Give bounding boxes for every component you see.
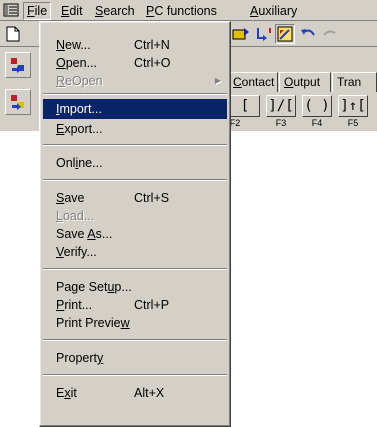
menu-item-import[interactable]: Import... [43,99,227,119]
fkey-label: F5 [347,118,359,128]
undo-icon[interactable] [298,24,318,44]
menu-separator [43,339,227,341]
shortcut-label: Alt+X [134,386,165,400]
tab-output[interactable]: Output [279,72,331,92]
menu-item-open[interactable]: Open... Ctrl+O [43,53,227,73]
menu-item-print-preview[interactable]: Print Preview [43,313,227,333]
menu-pc-functions[interactable]: PC functions [143,3,220,19]
tab-contact[interactable]: Contact [228,72,278,92]
app-icon[interactable] [3,2,19,18]
transfer-icon[interactable] [5,52,31,78]
new-file-icon[interactable] [3,24,23,44]
contact-button[interactable]: [ [230,95,260,117]
menu-item-exit[interactable]: Exit Alt+X [43,383,227,403]
file-menu-dropdown: New... Ctrl+N Open... Ctrl+O ReOpen ▶ Im… [39,21,231,427]
menu-item-online[interactable]: Online... [43,153,227,173]
nc-contact-button[interactable]: ]/[ [266,95,296,117]
shortcut-label: Ctrl+N [134,38,170,52]
ladder-palette: [ ]/[ ( ) ]↑[ F2 F3 F4 F5 [228,93,377,129]
menu-auxiliary[interactable]: Auxiliary [247,3,300,19]
shortcut-label: Ctrl+O [134,56,171,70]
menu-item-print[interactable]: Print... Ctrl+P [43,295,227,315]
menu-item-save[interactable]: Save Ctrl+S [43,188,227,208]
coil-button[interactable]: ( ) [302,95,332,117]
menu-file[interactable]: File [23,2,52,20]
menu-item-reopen[interactable]: ReOpen ▶ [43,71,227,91]
fkey-label: F4 [311,118,323,128]
fkey-label: F3 [275,118,287,128]
redo-icon[interactable] [320,24,340,44]
menu-bar: File Edit Search PC functions Auxiliary [0,0,377,21]
menu-item-save-as[interactable]: Save As... [43,224,227,244]
menu-item-new[interactable]: New... Ctrl+N [43,35,227,55]
folder-arrow-icon[interactable] [231,24,251,44]
menu-separator [43,144,227,146]
tab-tran[interactable]: Tran [332,72,377,92]
menu-edit[interactable]: Edit [58,3,86,19]
menu-separator [43,268,227,270]
rising-contact-button[interactable]: ]↑[ [338,95,368,117]
menu-item-verify[interactable]: Verify... [43,242,227,262]
menu-item-property[interactable]: Property [43,348,227,368]
left-toolbar [0,47,40,131]
submenu-arrow-icon: ▶ [214,76,221,85]
menu-item-export[interactable]: Export... [43,119,227,139]
shortcut-label: Ctrl+S [134,191,170,205]
download-icon[interactable] [5,89,31,115]
step-down-icon[interactable] [254,24,274,44]
menu-separator [43,93,227,95]
menu-item-load[interactable]: Load... [43,206,227,226]
menu-separator [43,374,227,376]
menu-search[interactable]: Search [92,3,138,19]
menu-item-page-setup[interactable]: Page Setup... [43,277,227,297]
menu-separator [43,179,227,181]
edit-mode-icon[interactable] [275,24,295,44]
shortcut-label: Ctrl+P [134,298,170,312]
